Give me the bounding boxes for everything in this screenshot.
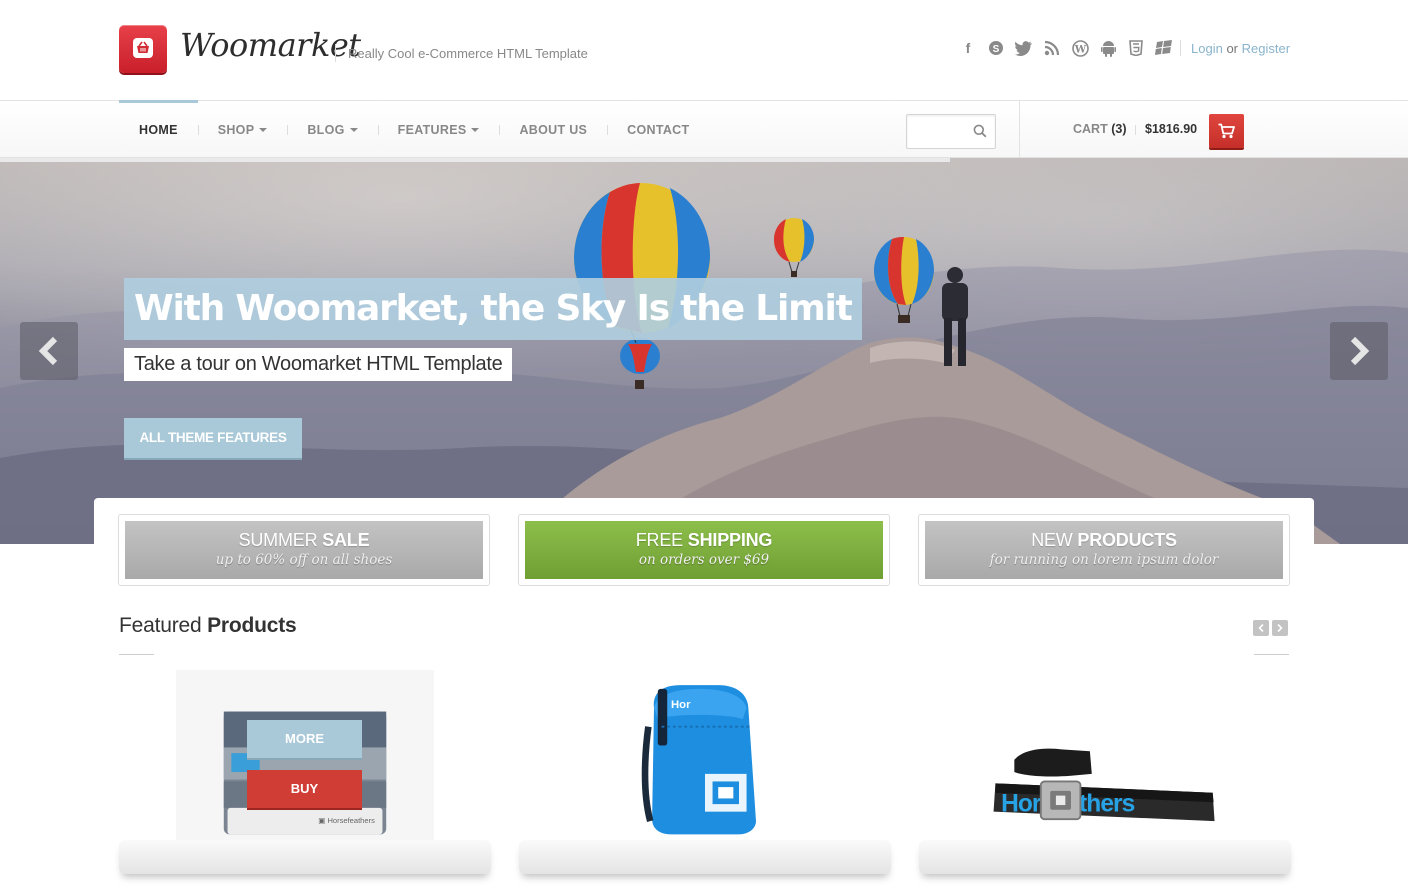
divider (335, 44, 336, 62)
nav-item-home[interactable]: HOME (119, 100, 198, 159)
main-navigation: HOME SHOP BLOG FEATURES ABOUT US CONTACT CART… (0, 100, 1408, 158)
promo-title: FREE SHIPPING (525, 530, 883, 551)
featured-products-heading: Featured Products (119, 614, 297, 638)
nav-item-shop[interactable]: SHOP (197, 101, 288, 159)
chevron-left-icon (1258, 624, 1264, 632)
product-card[interactable]: Hor feathers (919, 670, 1291, 887)
nav-item-label: ABOUT US (519, 123, 588, 137)
hero-top-edge (0, 158, 950, 162)
logo-wordmark[interactable]: Woomarket (180, 26, 361, 64)
svg-text:Hor: Hor (671, 699, 691, 711)
more-button[interactable]: MORE (247, 720, 362, 758)
product-card[interactable]: Hor (519, 670, 891, 887)
carousel-controls (1253, 620, 1288, 636)
chevron-left-icon (38, 336, 58, 366)
login-link[interactable]: Login (1191, 41, 1223, 56)
promo-bar: SUMMER SALE up to 60% off on all shoes F… (94, 498, 1314, 598)
auth-links: Login or Register (1191, 41, 1290, 56)
product-shelf (119, 840, 491, 874)
divider (1254, 654, 1289, 655)
nav-item-contact[interactable]: CONTACT (607, 101, 709, 159)
svg-text:S: S (993, 44, 1000, 55)
promo-title-light: FREE (635, 530, 683, 550)
hero-subtitle: Take a tour on Woomarket HTML Template (124, 348, 513, 381)
nav-item-blog[interactable]: BLOG (287, 101, 377, 159)
skype-icon[interactable]: S (986, 39, 1006, 57)
belt-product-image: Hor feathers (993, 748, 1215, 822)
all-theme-features-button[interactable]: ALL THEME FEATURES (124, 418, 302, 458)
product-shelf (919, 840, 1291, 874)
promo-title-bold: PRODUCTS (1077, 530, 1177, 550)
promo-title-light: SUMMER (238, 530, 318, 550)
search-box[interactable] (906, 114, 996, 149)
chevron-right-icon (1350, 336, 1370, 366)
backpack-product-image: Hor (641, 685, 756, 835)
register-link[interactable]: Register (1242, 41, 1290, 56)
facebook-icon[interactable]: f (958, 39, 978, 57)
promo-free-shipping[interactable]: FREE SHIPPING on orders over $69 (518, 514, 890, 586)
search-input[interactable] (907, 115, 969, 148)
divider (1135, 125, 1136, 135)
promo-title-light: NEW (1031, 530, 1073, 550)
caret-down-icon (471, 128, 480, 132)
chevron-right-icon (1277, 624, 1283, 632)
divider (1019, 101, 1020, 158)
nav-item-label: FEATURES (397, 123, 467, 137)
promo-inner: FREE SHIPPING on orders over $69 (525, 521, 883, 579)
heading-light: Featured (119, 614, 202, 637)
svg-text:W: W (1073, 44, 1086, 55)
divider (1180, 40, 1181, 56)
product-card[interactable]: ▣ Horsefeathers MORE BUY (119, 670, 491, 887)
shopping-cart-icon (1218, 123, 1235, 139)
promo-summer-sale[interactable]: SUMMER SALE up to 60% off on all shoes (118, 514, 490, 586)
wordpress-icon[interactable]: W (1070, 39, 1090, 57)
nav-item-label: BLOG (307, 123, 345, 137)
top-header: Woomarket Really Cool e-Commerce HTML Te… (0, 0, 1408, 100)
carousel-next-button[interactable] (1272, 620, 1288, 636)
product-shelf (519, 840, 891, 874)
android-icon[interactable] (1098, 39, 1118, 57)
hero-slider: With Woomarket, the Sky Is the Limit Tak… (0, 158, 1408, 544)
slider-prev-button[interactable] (20, 322, 78, 380)
carousel-prev-button[interactable] (1253, 620, 1269, 636)
caret-down-icon (349, 128, 358, 132)
twitter-icon[interactable] (1014, 39, 1034, 57)
site-tagline: Really Cool e-Commerce HTML Template (348, 46, 588, 61)
or-text: or (1226, 41, 1238, 56)
promo-inner: NEW PRODUCTS for running on lorem ipsum … (925, 521, 1283, 579)
promo-new-products[interactable]: NEW PRODUCTS for running on lorem ipsum … (918, 514, 1290, 586)
buy-button[interactable]: BUY (247, 770, 362, 808)
html5-icon[interactable] (1126, 39, 1146, 57)
cart-count: (3) (1111, 122, 1127, 136)
nav-item-label: CONTACT (627, 123, 690, 137)
cart-label: CART (1073, 122, 1108, 136)
nav-item-features[interactable]: FEATURES (377, 101, 500, 159)
promo-subtitle: for running on lorem ipsum dolor (989, 552, 1219, 568)
divider (119, 654, 154, 655)
windows-icon[interactable] (1154, 39, 1174, 57)
nav-item-label: SHOP (217, 123, 255, 137)
promo-title: NEW PRODUCTS (925, 530, 1283, 551)
promo-title: SUMMER SALE (125, 530, 483, 551)
promo-subtitle: up to 60% off on all shoes (215, 552, 393, 568)
promo-subtitle: on orders over $69 (638, 552, 770, 568)
cart-button[interactable] (1209, 114, 1244, 148)
promo-inner: SUMMER SALE up to 60% off on all shoes (125, 521, 483, 579)
nav-menu: HOME SHOP BLOG FEATURES ABOUT US CONTACT (119, 100, 709, 159)
nav-item-about-us[interactable]: ABOUT US (499, 101, 607, 159)
slider-next-button[interactable] (1330, 322, 1388, 380)
svg-text:▣ Horsefeathers: ▣ Horsefeathers (318, 816, 375, 825)
cart-link[interactable]: CART (3) (1073, 122, 1126, 136)
logo-basket-icon[interactable] (119, 25, 167, 73)
promo-title-bold: SALE (322, 530, 370, 550)
hero-title: With Woomarket, the Sky Is the Limit (124, 278, 862, 340)
promo-title-bold: SHIPPING (687, 530, 773, 550)
nav-item-label: HOME (139, 123, 178, 137)
rss-icon[interactable] (1042, 39, 1062, 57)
search-icon[interactable] (973, 124, 987, 138)
heading-bold: Products (207, 614, 297, 637)
social-links: f S W (958, 39, 1174, 57)
cart-total[interactable]: $1816.90 (1145, 122, 1197, 136)
caret-down-icon (259, 128, 268, 132)
